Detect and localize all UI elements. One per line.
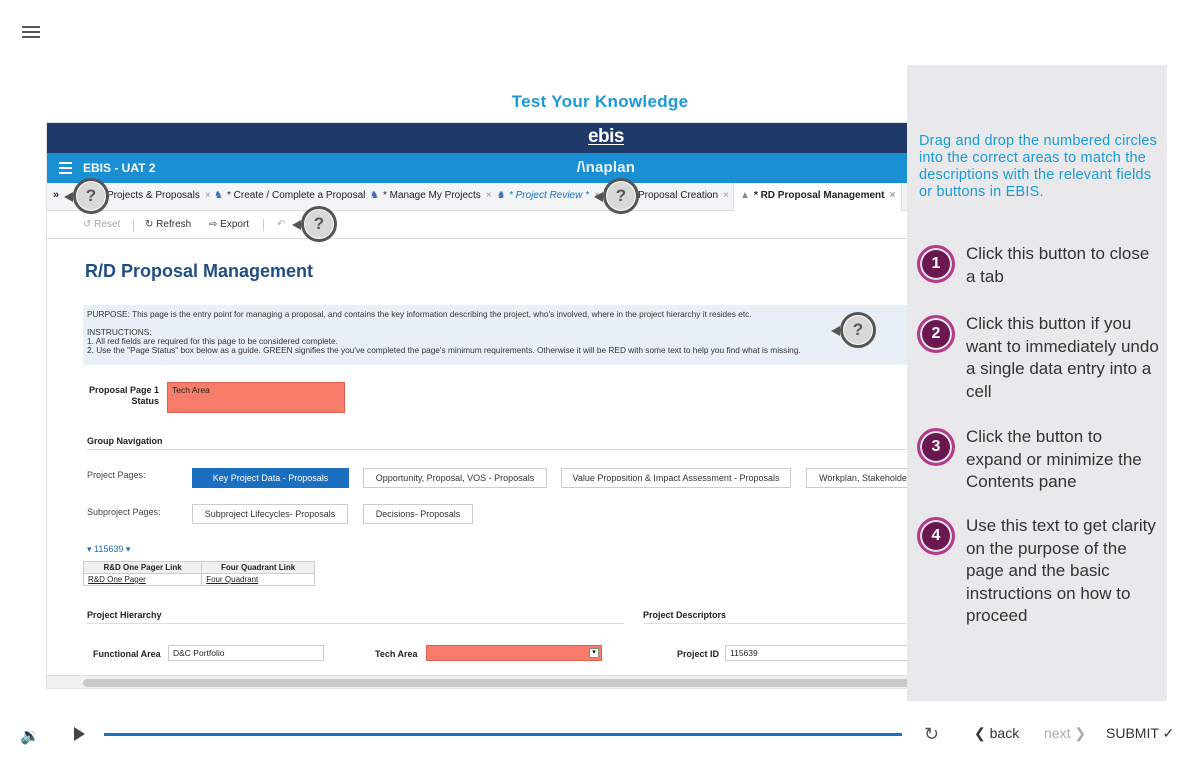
page-decisions: Decisions- Proposals	[363, 504, 473, 524]
reset-button: ↺ Reset	[83, 219, 121, 230]
refresh-button: ↻ Refresh	[145, 219, 192, 230]
user-icon: ♞	[496, 190, 505, 201]
drag-panel: Drag and drop the numbered circles into …	[907, 65, 1167, 701]
drag-circle-1[interactable]: 1	[917, 245, 955, 283]
drag-item-text: Click this button if you want to immedia…	[966, 314, 1159, 401]
four-quadrant-link: Four Quadrant	[201, 573, 315, 586]
tab-projects-proposals: Projects & Proposals ×	[107, 190, 211, 201]
close-tab-icon: ×	[889, 190, 896, 201]
submit-button[interactable]: SUBMIT ✓	[1106, 725, 1174, 742]
drop-target-3[interactable]: ?	[292, 206, 337, 242]
undo-icon: ↶	[277, 219, 286, 230]
replay-icon[interactable]: ↻	[924, 724, 939, 745]
one-pager-link: R&D One Pager	[82, 573, 203, 586]
tab-rd-proposal-management: ▲ * RD Proposal Management ×	[733, 183, 903, 211]
functional-area-field: D&C Portfolio	[168, 645, 324, 661]
ebis-logo: ebis	[587, 126, 625, 147]
close-tab-icon: ×	[204, 190, 211, 201]
project-id-field: 115639	[725, 645, 915, 661]
tab-manage-projects: ♞ * Manage My Projects ×	[370, 190, 492, 201]
group-navigation-heading: Group Navigation	[87, 436, 163, 446]
close-tab-icon: ×	[723, 190, 729, 201]
tab-create-proposal: ♞ * Create / Complete a Proposal ×	[214, 190, 377, 201]
project-hierarchy-heading: Project Hierarchy	[87, 610, 162, 620]
drag-item-text: Click the button to expand or minimize t…	[966, 427, 1142, 491]
next-button[interactable]: next ❯	[1044, 725, 1086, 742]
project-id-toggle: ▾ 115639 ▾	[87, 544, 131, 554]
project-id-label: Project ID	[677, 649, 720, 659]
tab-project-review: ♞* Project Review *×	[496, 190, 600, 201]
page-key-project-data: Key Project Data - Proposals	[192, 468, 349, 488]
drop-target-2[interactable]: ?	[594, 178, 639, 214]
instruction-2: 2. Use the "Page Status" box below as a …	[87, 345, 801, 355]
drag-circle-2[interactable]: 2	[917, 315, 955, 353]
drag-item-text: Use this text to get clarity on the purp…	[966, 516, 1156, 625]
back-button[interactable]: ❮ back	[974, 725, 1019, 742]
drop-target-4[interactable]: ?	[831, 312, 876, 348]
progress-bar[interactable]	[104, 733, 902, 736]
dropdown-icon: ▾	[589, 648, 599, 658]
tab-proposal-creation: Proposal Creation ×	[638, 190, 729, 201]
reset-icon: ↺	[83, 219, 92, 230]
purpose-text: PURPOSE: This page is the entry point fo…	[87, 309, 752, 319]
panel-instruction: Drag and drop the numbered circles into …	[919, 133, 1158, 200]
refresh-icon: ↻	[145, 219, 154, 230]
menu-icon[interactable]	[22, 26, 44, 42]
functional-area-label: Functional Area	[93, 649, 161, 659]
check-icon: ✓	[1162, 725, 1175, 741]
subproject-pages-label: Subproject Pages:	[87, 507, 161, 517]
status-label: Proposal Page 1 Status	[88, 385, 159, 406]
drop-target-1[interactable]: ?	[64, 178, 109, 214]
export-button: ⇨ Export	[209, 219, 250, 230]
pager-table: R&D One Pager Link Four Quadrant Link R&D…	[82, 561, 315, 586]
close-tab-icon: ×	[485, 190, 492, 201]
drag-circle-3[interactable]: 3	[917, 428, 955, 466]
status-box: Tech Area	[167, 382, 345, 413]
export-icon: ⇨	[209, 219, 218, 230]
expand-contents-icon: »	[53, 189, 60, 201]
volume-icon[interactable]: 🔉	[20, 726, 40, 746]
page-value-proposition: Value Proposition & Impact Assessment - …	[561, 468, 791, 488]
pin-icon: ▲	[740, 190, 750, 201]
page-opportunity: Opportunity, Proposal, VOS - Proposals	[363, 468, 547, 488]
user-icon: ♞	[214, 190, 223, 201]
user-icon: ♞	[370, 190, 379, 201]
project-descriptors-heading: Project Descriptors	[643, 610, 727, 620]
page-workplan: Workplan, Stakeholder	[806, 468, 916, 488]
drag-circle-4[interactable]: 4	[917, 517, 955, 555]
chevron-left-icon: ❮	[974, 725, 986, 741]
chevron-right-icon: ❯	[1074, 725, 1087, 741]
rd-title: R/D Proposal Management	[85, 261, 314, 281]
tech-area-label: Tech Area	[375, 649, 418, 659]
page-subproject-lifecycles: Subproject Lifecycles- Proposals	[192, 504, 348, 524]
tech-area-field: ▾	[426, 645, 602, 661]
project-pages-label: Project Pages:	[87, 470, 146, 480]
play-button[interactable]	[74, 727, 85, 741]
drag-item-text: Click this button to close a tab	[966, 244, 1150, 286]
